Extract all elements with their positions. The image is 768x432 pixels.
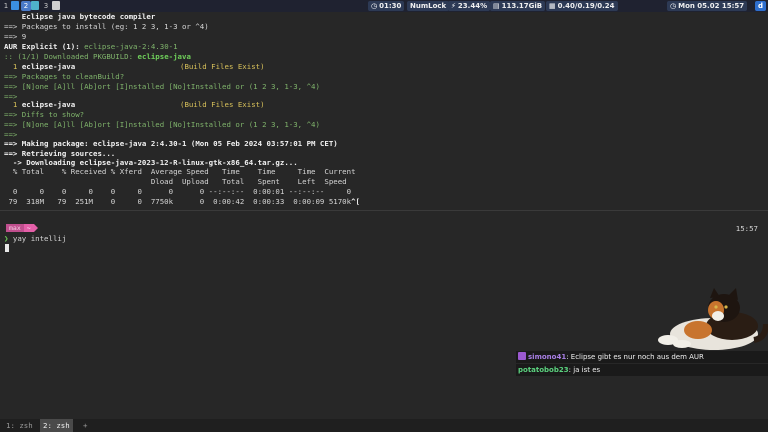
terminal-line: AUR Explicit (1): eclipse-java-2:4.30-1: [4, 42, 178, 51]
terminal-line: % Total % Received % Xferd Average Speed…: [4, 167, 356, 176]
prompt-user: max: [6, 224, 24, 232]
tray-app-icon[interactable]: d: [755, 1, 766, 11]
clock-icon: ◷: [670, 2, 677, 10]
terminal-line: 0 0 0 0 0 0 0 0 --:--:-- 0:00:01 --:--:-…: [4, 187, 352, 196]
terminal-line: 79 318M 79 251M 0 0 7750k 0 0:00:42 0:00…: [4, 197, 360, 206]
terminal-line: ==> Packages to cleanBuild?: [4, 72, 125, 81]
load-icon: ▦: [549, 2, 556, 10]
cat-webcam-image: [658, 288, 768, 350]
terminal-line: ==> [N]one [A]ll [Ab]ort [I]nstalled [No…: [4, 120, 320, 129]
chat-text: : Eclipse gibt es nur noch aus dem AUR: [566, 353, 704, 361]
browser-app-icon[interactable]: [31, 1, 39, 10]
command-text: yay intellij: [8, 234, 67, 243]
subscriber-badge-icon: [518, 352, 526, 360]
tmux-tab-2[interactable]: 2: zsh: [40, 419, 73, 432]
terminal-line: 1 eclipse-java (Build Files Exist): [4, 100, 265, 109]
chat-username: simono41: [528, 353, 567, 361]
clock-icon: ◷: [371, 2, 378, 10]
chat-message: potatobob23: ja ist es: [516, 364, 768, 376]
terminal-line: ==> 9: [4, 32, 27, 41]
terminal-line: Eclipse java bytecode compiler: [4, 12, 156, 21]
cpu-status: ⚡ 23.44%: [448, 1, 491, 11]
terminal-line: ==> Making package: eclipse-java 2:4.30-…: [4, 139, 338, 148]
prompt-clock: 15:57: [735, 224, 758, 233]
load-status: ▦ 0.40/0.19/0.24: [546, 1, 618, 11]
text-cursor: [5, 244, 9, 252]
shell-prompt: max ~: [6, 224, 38, 232]
workspace-3-button[interactable]: 3: [41, 1, 51, 11]
terminal-line: ==> Packages to install (eg: 1 2 3, 1-3 …: [4, 22, 209, 31]
tmux-new-tab-button[interactable]: +: [80, 419, 90, 432]
chat-message: simono41: Eclipse gibt es nur noch aus d…: [516, 351, 768, 363]
prompt-directory: ~: [23, 224, 34, 232]
workspace-1-button[interactable]: 1: [1, 1, 11, 11]
numlock-status: NumLock: [407, 1, 450, 11]
terminal-pane-top[interactable]: Eclipse java bytecode compiler ==> Packa…: [0, 12, 768, 210]
chat-text: : ja ist es: [568, 366, 601, 374]
prompt-arrow-icon: [33, 224, 38, 232]
disk-icon: ▤: [493, 2, 500, 10]
tmux-tab-1[interactable]: 1: zsh: [3, 419, 36, 432]
file-app-icon[interactable]: [52, 1, 60, 10]
disk-status: ▤ 113.17GiB: [490, 1, 546, 11]
workspace-2-button[interactable]: 2: [21, 1, 31, 11]
cpu-icon: ⚡: [451, 2, 456, 10]
command-line[interactable]: ❯ yay intellij: [4, 234, 66, 244]
terminal-line: Dload Upload Total Spent Left Speed: [4, 177, 347, 186]
datetime-status: ◷ Mon 05.02 15:57: [667, 1, 748, 11]
stream-chat-overlay: simono41: Eclipse gibt es nur noch aus d…: [516, 351, 768, 376]
terminal-line: :: (1/1) Downloaded PKGBUILD: eclipse-ja…: [4, 52, 191, 61]
terminal-pane-bottom[interactable]: max ~ 15:57 ❯ yay intellij: [0, 211, 768, 419]
terminal-app-icon[interactable]: [11, 1, 19, 10]
tmux-status-bar: 1: zsh 2: zsh +: [0, 419, 768, 432]
terminal-line: ==> Diffs to show?: [4, 110, 85, 119]
time-status: ◷ 01:30: [368, 1, 405, 11]
terminal-line: ==> [N]one [A]ll [Ab]ort [I]nstalled [No…: [4, 82, 320, 91]
top-status-bar: 1 2 3 ◷ 01:30 NumLock ⚡ 23.44% ▤ 113.17GiB …: [0, 0, 768, 12]
chat-username: potatobob23: [518, 366, 569, 374]
terminal-line: 1 eclipse-java (Build Files Exist): [4, 62, 265, 71]
